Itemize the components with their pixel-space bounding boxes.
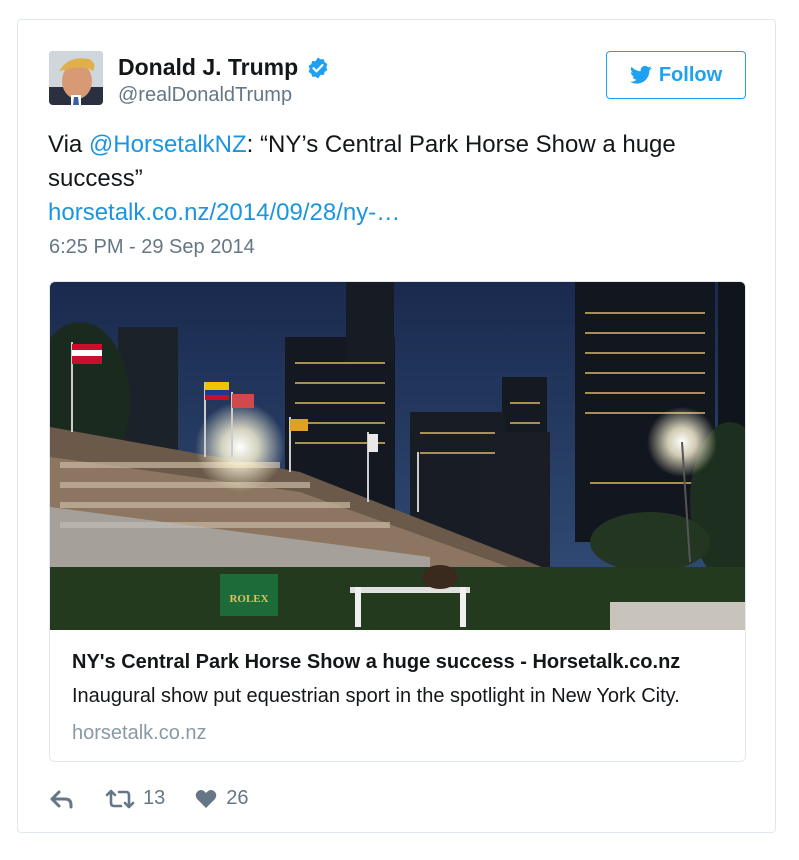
tweet-text: Via @HorsetalkNZ: “NY’s Central Park Hor… xyxy=(48,128,738,230)
reply-icon xyxy=(50,790,73,808)
like-count: 26 xyxy=(226,787,249,809)
twitter-bird-icon xyxy=(629,65,652,84)
card-image: ROLEX xyxy=(50,282,745,630)
verified-badge-icon xyxy=(308,57,328,78)
retweet-button[interactable]: 13 xyxy=(105,787,165,810)
card-banner-text: ROLEX xyxy=(229,593,268,605)
follow-label: Follow xyxy=(658,63,723,86)
card-description: Inaugural show put equestrian sport in t… xyxy=(72,685,680,707)
tweet-actions: 13 26 xyxy=(49,787,249,810)
retweet-icon xyxy=(105,789,135,808)
like-button[interactable]: 26 xyxy=(195,787,249,810)
heart-icon xyxy=(196,789,217,808)
tweet-url-link[interactable]: horsetalk.co.nz/2014/09/28/ny-… xyxy=(48,199,400,226)
follow-button[interactable]: Follow xyxy=(606,51,746,99)
card-title[interactable]: NY's Central Park Horse Show a huge succ… xyxy=(72,651,680,674)
tweet-prefix: Via xyxy=(48,131,89,158)
retweet-count: 13 xyxy=(143,787,166,809)
link-card[interactable]: ROLEX NY's Central Park Horse Show a hug… xyxy=(49,281,746,762)
timestamp[interactable]: 6:25 PM - 29 Sep 2014 xyxy=(49,236,255,259)
card-domain: horsetalk.co.nz xyxy=(72,722,207,744)
tweet-card: Donald J. Trump @realDonaldTrump Follow … xyxy=(17,19,776,833)
reply-button[interactable] xyxy=(49,789,75,809)
author-name[interactable]: Donald J. Trump xyxy=(118,54,298,81)
author-handle[interactable]: @realDonaldTrump xyxy=(118,84,292,107)
mention-link[interactable]: @HorsetalkNZ xyxy=(89,131,247,158)
avatar[interactable] xyxy=(49,51,103,105)
